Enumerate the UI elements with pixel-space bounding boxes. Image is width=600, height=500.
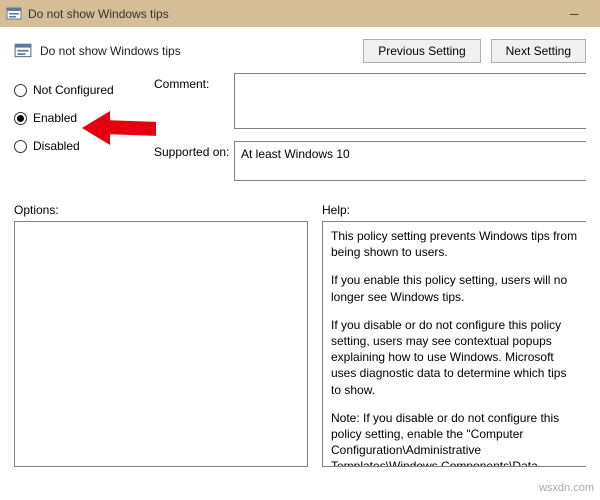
options-label: Options: [14, 203, 322, 217]
radio-icon [14, 84, 27, 97]
radio-icon [14, 140, 27, 153]
watermark: wsxdn.com [539, 482, 594, 494]
minimize-button[interactable]: ─ [554, 0, 594, 27]
radio-enabled[interactable]: Enabled [14, 111, 154, 125]
page-title: Do not show Windows tips [40, 44, 355, 58]
radio-label: Not Configured [33, 83, 114, 97]
help-text: If you enable this policy setting, users… [331, 272, 578, 304]
next-setting-button[interactable]: Next Setting [491, 39, 586, 63]
comment-label: Comment: [154, 73, 234, 129]
supported-on-value: At least Windows 10 [234, 141, 586, 181]
help-pane: This policy setting prevents Windows tip… [322, 221, 586, 467]
window-title: Do not show Windows tips [28, 7, 169, 21]
policy-icon [6, 6, 22, 22]
options-pane [14, 221, 308, 467]
help-text: Note: If you disable or do not configure… [331, 410, 578, 467]
help-text: If you disable or do not configure this … [331, 317, 578, 398]
previous-setting-button[interactable]: Previous Setting [363, 39, 480, 63]
help-text: This policy setting prevents Windows tip… [331, 228, 578, 260]
titlebar: Do not show Windows tips ─ [0, 0, 600, 27]
radio-label: Enabled [33, 111, 77, 125]
radio-icon [14, 112, 27, 125]
radio-label: Disabled [33, 139, 80, 153]
header: Do not show Windows tips Previous Settin… [0, 27, 600, 73]
policy-icon [14, 42, 32, 60]
help-label: Help: [322, 203, 350, 217]
comment-input[interactable] [234, 73, 586, 129]
radio-disabled[interactable]: Disabled [14, 139, 154, 153]
supported-on-label: Supported on: [154, 141, 234, 181]
radio-not-configured[interactable]: Not Configured [14, 83, 154, 97]
